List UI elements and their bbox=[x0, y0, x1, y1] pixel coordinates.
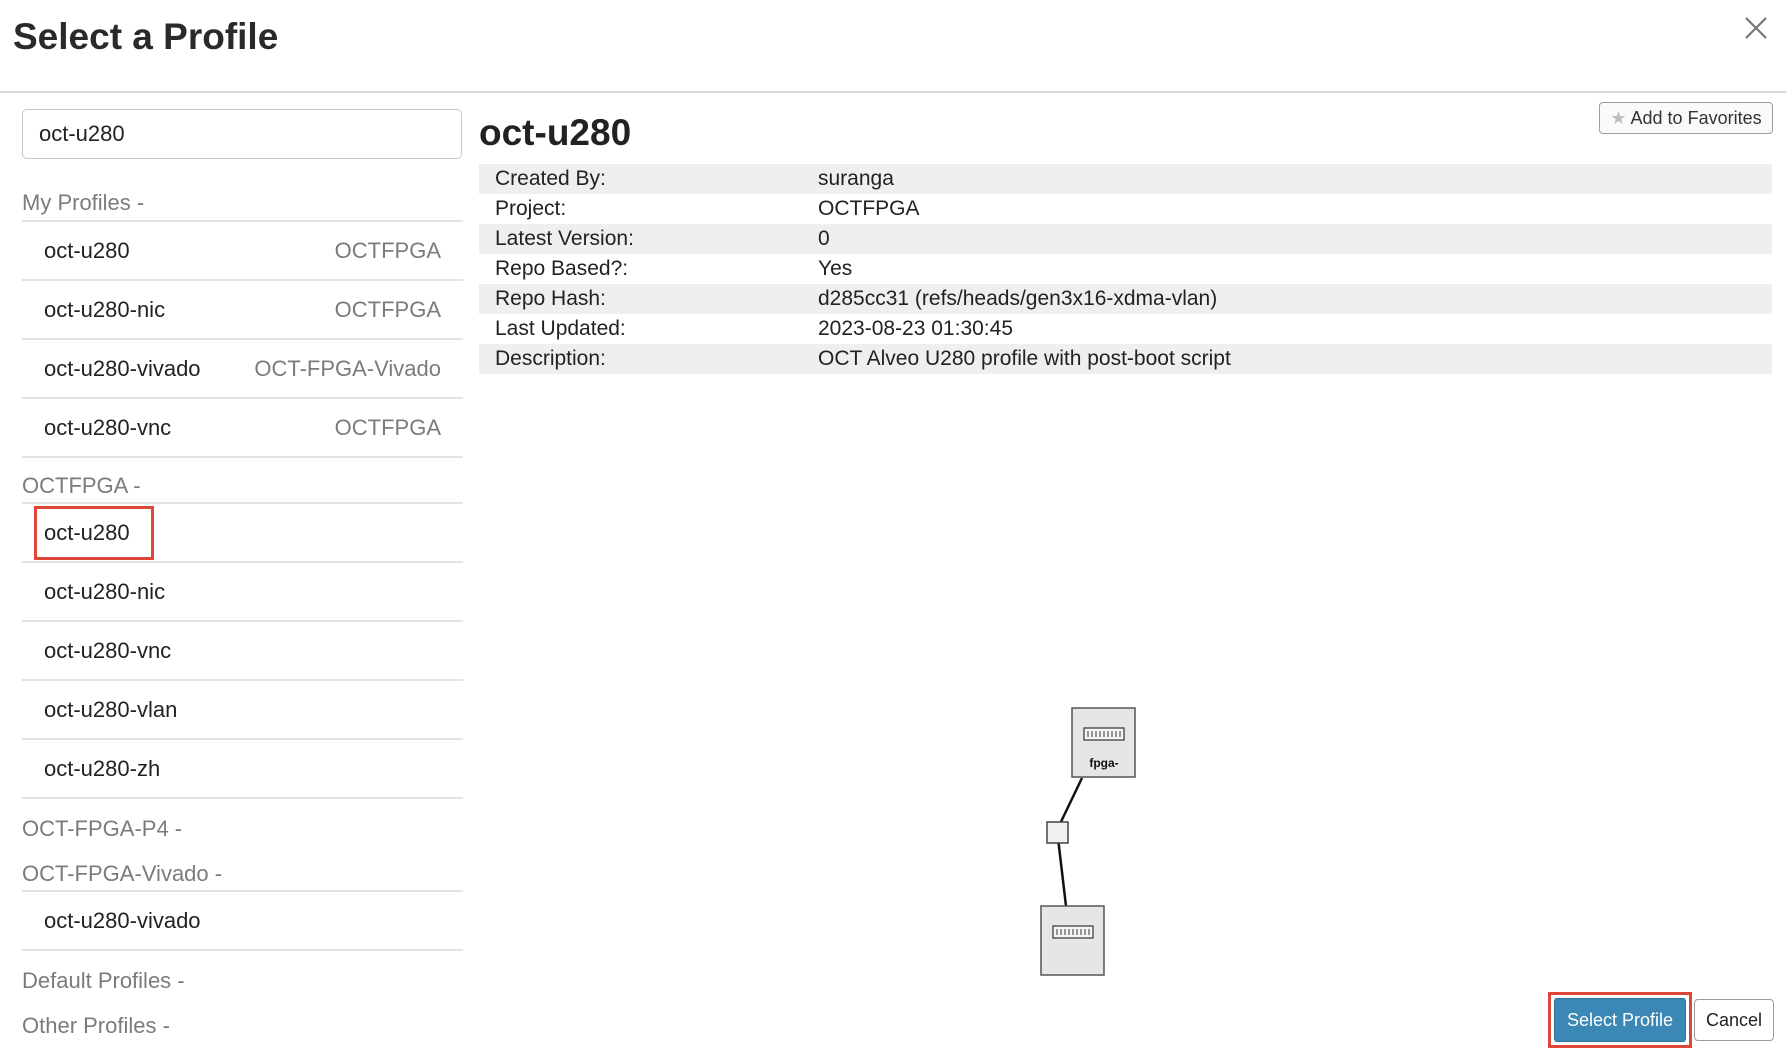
list-item-profile[interactable]: oct-u280-vnc OCTFPGA bbox=[22, 399, 463, 458]
row-divider bbox=[22, 797, 463, 799]
detail-value: Yes bbox=[818, 257, 853, 280]
list-item-profile[interactable]: oct-u280-vivado OCT-FPGA-Vivado bbox=[22, 340, 463, 399]
list-item-profile[interactable]: oct-u280-vnc bbox=[22, 622, 463, 681]
detail-key: Created By: bbox=[479, 164, 802, 194]
detail-key: Repo Based?: bbox=[495, 257, 629, 280]
profile-name: oct-u280-vivado bbox=[44, 908, 201, 933]
server-icon bbox=[1052, 925, 1094, 939]
detail-row: Latest Version: 0 bbox=[479, 224, 1772, 254]
cancel-button[interactable]: Cancel bbox=[1694, 999, 1774, 1041]
dialog-title: Select a Profile bbox=[13, 16, 279, 57]
list-item-profile[interactable]: oct-u280-nic OCTFPGA bbox=[22, 281, 463, 340]
detail-value: OCT Alveo U280 profile with post-boot sc… bbox=[802, 344, 1772, 374]
row-divider bbox=[22, 456, 463, 458]
topology-node-fpga[interactable]: fpga- bbox=[1071, 707, 1136, 778]
row-divider bbox=[22, 949, 463, 951]
detail-key: Description: bbox=[479, 344, 802, 374]
profile-details-table: Created By: suranga Project: OCTFPGA Lates… bbox=[479, 164, 1772, 374]
profile-name: oct-u280-vnc bbox=[44, 415, 172, 440]
detail-value: 2023-08-23 01:30:45 bbox=[818, 317, 1013, 340]
group-header-oct-fpga-vivado: OCT-FPGA-Vivado - bbox=[22, 861, 223, 886]
profile-project: OCT-FPGA-Vivado bbox=[254, 356, 441, 381]
detail-row: Repo Based?: Yes bbox=[479, 254, 1772, 284]
detail-key: Latest Version: bbox=[479, 224, 802, 254]
topology-lan-node[interactable] bbox=[1046, 821, 1069, 844]
detail-value: d285cc31 (refs/heads/gen3x16-xdma-vlan) bbox=[802, 284, 1772, 314]
profile-name: oct-u280-vlan bbox=[44, 697, 178, 722]
profile-project: OCTFPGA bbox=[334, 415, 441, 440]
group-header-my-profiles: My Profiles - bbox=[22, 190, 145, 215]
topology-link bbox=[1056, 777, 1084, 829]
header-divider bbox=[0, 91, 1786, 93]
add-to-favorites-button[interactable]: ★ Add to Favorites bbox=[1599, 102, 1773, 134]
group-header-default-profiles: Default Profiles - bbox=[22, 968, 185, 993]
list-item-profile[interactable]: oct-u280-nic bbox=[22, 563, 463, 622]
list-item-profile[interactable]: oct-u280-vivado bbox=[22, 892, 463, 951]
list-item-profile[interactable]: oct-u280 OCTFPGA bbox=[22, 222, 463, 281]
group-header-octfpga: OCTFPGA - bbox=[22, 473, 141, 498]
topology-node-server[interactable] bbox=[1040, 905, 1105, 976]
profile-name: oct-u280-vivado bbox=[44, 356, 201, 381]
profile-name: oct-u280-zh bbox=[44, 756, 161, 781]
detail-key: Last Updated: bbox=[495, 317, 626, 340]
topology-diagram: fpga- bbox=[1040, 707, 1136, 976]
profile-project: OCTFPGA bbox=[334, 238, 441, 263]
select-profile-button[interactable]: Select Profile bbox=[1554, 998, 1686, 1042]
detail-value: OCTFPGA bbox=[818, 197, 920, 220]
detail-key: Project: bbox=[495, 197, 567, 220]
selected-profile-title: oct-u280 bbox=[479, 112, 632, 153]
server-icon bbox=[1083, 727, 1125, 741]
close-icon[interactable] bbox=[1740, 12, 1772, 44]
list-item-profile[interactable]: oct-u280-zh bbox=[22, 740, 463, 799]
star-icon: ★ bbox=[1610, 107, 1627, 128]
select-profile-highlight: Select Profile bbox=[1548, 992, 1692, 1048]
detail-value: 0 bbox=[802, 224, 1772, 254]
topology-node-label: fpga- bbox=[1089, 756, 1118, 770]
detail-row: Created By: suranga bbox=[479, 164, 1772, 194]
profile-name: oct-u280-nic bbox=[44, 297, 166, 322]
profile-name: oct-u280 bbox=[44, 238, 130, 263]
profile-search-input[interactable] bbox=[22, 109, 462, 159]
profile-project: OCTFPGA bbox=[334, 297, 441, 322]
list-item-profile-selected[interactable]: oct-u280 bbox=[22, 504, 463, 563]
group-header-other-profiles: Other Profiles - bbox=[22, 1013, 170, 1038]
profile-name: oct-u280 bbox=[44, 520, 130, 545]
topology-link bbox=[1056, 837, 1068, 907]
detail-row: Description: OCT Alveo U280 profile with … bbox=[479, 344, 1772, 374]
add-to-favorites-label: Add to Favorites bbox=[1630, 107, 1762, 128]
profile-name: oct-u280-nic bbox=[44, 579, 166, 604]
detail-row: Project: OCTFPGA bbox=[479, 194, 1772, 224]
list-item-profile[interactable]: oct-u280-vlan bbox=[22, 681, 463, 740]
group-header-oct-fpga-p4: OCT-FPGA-P4 - bbox=[22, 816, 183, 841]
detail-row: Last Updated: 2023-08-23 01:30:45 bbox=[479, 314, 1772, 344]
detail-row: Repo Hash: d285cc31 (refs/heads/gen3x16-x… bbox=[479, 284, 1772, 314]
profile-name: oct-u280-vnc bbox=[44, 638, 172, 663]
detail-key: Repo Hash: bbox=[479, 284, 802, 314]
detail-value: suranga bbox=[802, 164, 1772, 194]
